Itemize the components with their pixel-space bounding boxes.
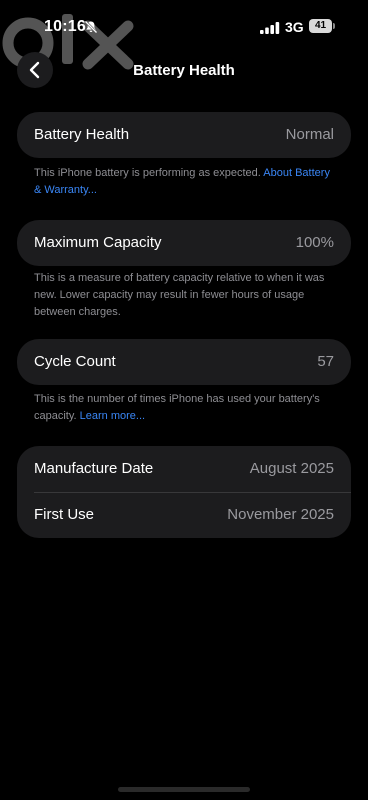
maximum-capacity-row: Maximum Capacity 100% (17, 220, 351, 266)
maximum-capacity-value: 100% (295, 234, 334, 251)
cycle-count-note: This is the number of times iPhone has u… (34, 391, 334, 425)
battery-health-label: Battery Health (34, 126, 130, 143)
first-use-value: November 2025 (227, 506, 334, 523)
first-use-label: First Use (34, 506, 94, 523)
battery-icon: 41 (309, 19, 336, 33)
battery-health-row: Battery Health Normal (17, 112, 351, 158)
cycle-count-row: Cycle Count 57 (17, 339, 351, 385)
battery-health-note-text: This iPhone battery is performing as exp… (34, 167, 264, 179)
cycle-count-note-text: This is the number of times iPhone has u… (34, 393, 320, 422)
cycle-count-label: Cycle Count (34, 353, 116, 370)
battery-health-value: Normal (285, 126, 334, 143)
page-title: Battery Health (133, 62, 235, 79)
battery-tip (333, 23, 335, 29)
maximum-capacity-note: This is a measure of battery capacity re… (34, 272, 325, 318)
maximum-capacity-label: Maximum Capacity (34, 234, 162, 251)
cellular-signal-icon (260, 21, 280, 34)
status-time: 10:16 (44, 18, 86, 35)
battery-health-note: This iPhone battery is performing as exp… (34, 165, 334, 199)
first-use-row: First Use November 2025 (17, 492, 351, 538)
status-bar: 10:16 3G 41 (0, 0, 368, 52)
manufacture-date-value: August 2025 (249, 460, 334, 477)
network-type: 3G (285, 19, 304, 35)
home-indicator (118, 787, 250, 792)
learn-more-link[interactable]: Learn more... (80, 410, 145, 422)
manufacture-date-row: Manufacture Date August 2025 (17, 446, 351, 492)
dates-card: Manufacture Date August 2025 First Use N… (17, 446, 351, 538)
cycle-count-value: 57 (317, 353, 334, 370)
bell-slash-icon (84, 20, 98, 34)
battery-level: 41 (309, 19, 332, 33)
manufacture-date-label: Manufacture Date (34, 460, 154, 477)
